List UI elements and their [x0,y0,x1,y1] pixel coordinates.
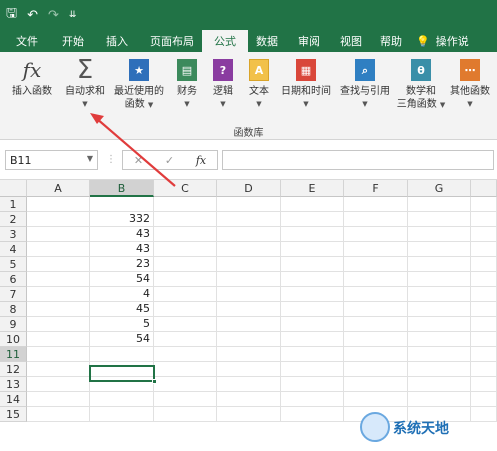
annotation-arrow [90,113,176,187]
watermark-logo [360,412,390,442]
annotation-arrow-line [95,117,176,187]
watermark-text: 系统天地 [393,421,449,437]
